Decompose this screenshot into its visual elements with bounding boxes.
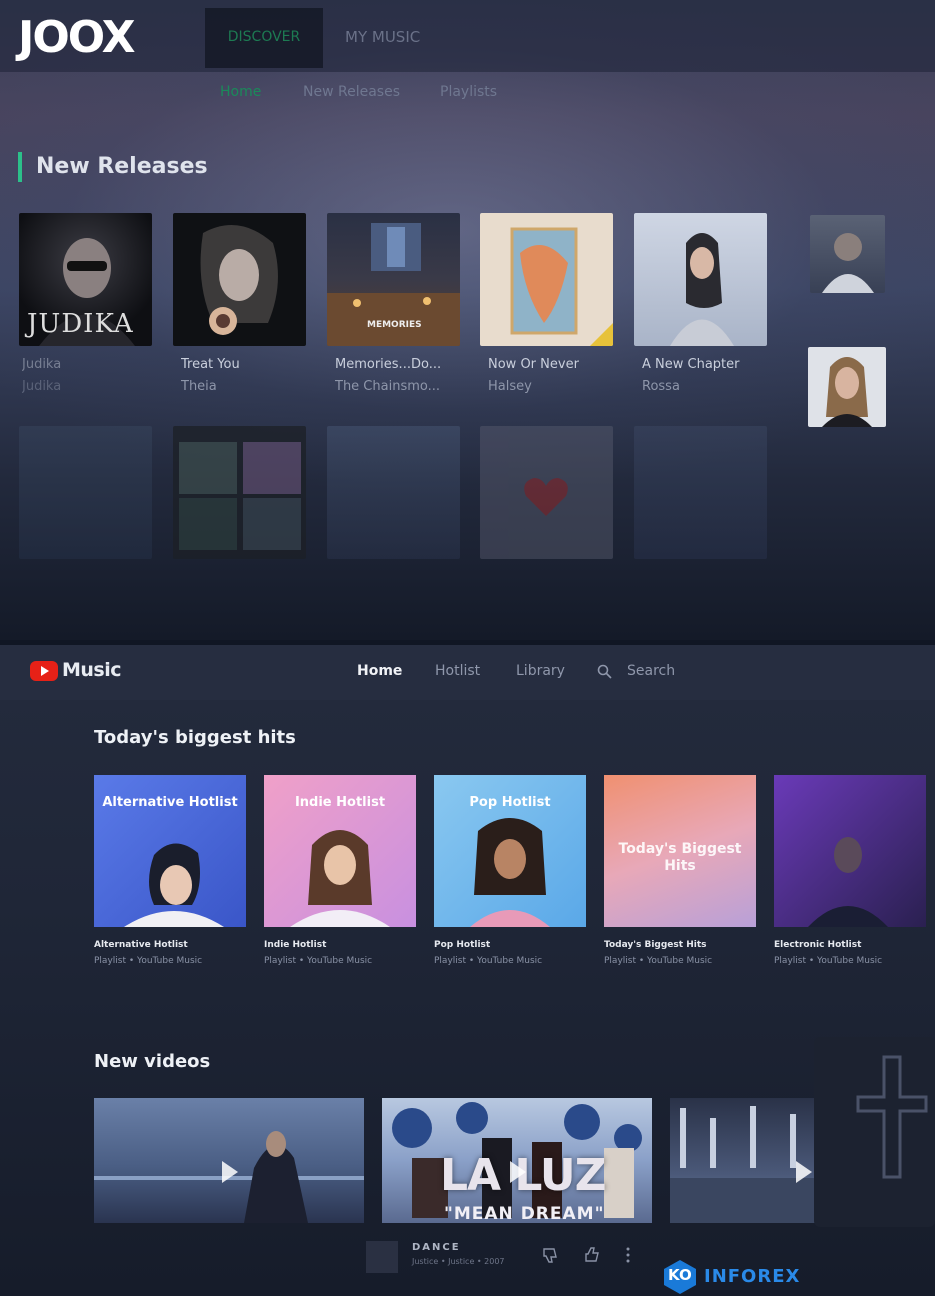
playlist-title: Pop Hotlist (434, 940, 491, 950)
subtab-home[interactable]: Home (220, 84, 261, 100)
album-art-a-new-chapter (670, 233, 734, 346)
album-card-now-or-never[interactable] (480, 213, 613, 346)
joox-top-bar (0, 0, 935, 72)
album-title: Now Or Never (488, 357, 579, 372)
playlist-subtitle: Playlist • YouTube Music (774, 956, 883, 966)
album-card[interactable] (19, 426, 152, 559)
video-card[interactable] (670, 1098, 815, 1223)
playlist-art-label: Indie Hotlist (294, 795, 386, 810)
nav-library[interactable]: Library (516, 663, 565, 679)
now-playing-title: DANCE (412, 1242, 461, 1253)
more-options-icon[interactable] (624, 1245, 632, 1265)
now-playing-subtitle: Justice • Justice • 2007 (412, 1257, 505, 1266)
album-card[interactable] (173, 426, 306, 559)
album-card[interactable] (634, 426, 767, 559)
album-title: A New Chapter (642, 357, 740, 372)
playlist-title: Indie Hotlist (264, 940, 327, 950)
nav-hotlist[interactable]: Hotlist (435, 663, 480, 679)
album-art (179, 442, 301, 550)
album-card[interactable] (327, 426, 460, 559)
album-artist: Judika (22, 379, 62, 394)
artist-photo (822, 357, 872, 427)
playlist-title: Alternative Hotlist (94, 940, 188, 950)
album-card[interactable] (480, 426, 613, 559)
playlist-card-alternative[interactable]: Alternative Hotlist (94, 775, 246, 927)
playlist-art (808, 837, 888, 927)
video-overlay-subtitle: "MEAN DREAM" (444, 1204, 605, 1223)
video-card[interactable] (94, 1098, 364, 1223)
play-icon[interactable] (222, 1161, 238, 1183)
album-card-memories[interactable]: MEMORIES (327, 213, 460, 346)
album-artist: The Chainsmo... (335, 379, 441, 394)
play-icon[interactable] (796, 1161, 812, 1183)
ytm-brand-name: Music (62, 659, 122, 681)
thumbs-down-icon[interactable] (540, 1245, 560, 1265)
subtab-new-releases[interactable]: New Releases (303, 84, 400, 100)
album-title: Judika (22, 357, 62, 372)
now-playing-album-art[interactable] (814, 1037, 935, 1227)
section-title-new-videos: New videos (94, 1051, 211, 1072)
artist-thumbnail[interactable] (810, 215, 885, 293)
search-icon (597, 664, 612, 679)
watermark-text: INFOREX (704, 1266, 801, 1287)
playlist-card-electronic[interactable] (774, 775, 926, 927)
joox-logo: JOOX (18, 12, 136, 63)
album-card-treat-you[interactable] (173, 213, 306, 346)
video-card[interactable]: LA LUZ "MEAN DREAM" (382, 1098, 652, 1223)
search-label: Search (627, 663, 676, 679)
album-art-text: MEMORIES (367, 320, 422, 330)
album-artist: Halsey (488, 379, 532, 394)
section-title-new-releases: New Releases (18, 152, 208, 182)
playlist-subtitle: Playlist • YouTube Music (604, 956, 713, 966)
album-card-a-new-chapter[interactable] (634, 213, 767, 346)
thumbs-up-icon[interactable] (582, 1245, 602, 1265)
playlist-title: Electronic Hotlist (774, 940, 862, 950)
video-thumbnail (670, 1106, 815, 1223)
watermark-prefix: KO (668, 1266, 692, 1284)
playlist-subtitle: Playlist • YouTube Music (94, 956, 203, 966)
playlist-art-label: Alternative Hotlist (102, 795, 238, 810)
album-card-judika[interactable]: JUDIKA (19, 213, 152, 346)
playlist-subtitle: Playlist • YouTube Music (434, 956, 543, 966)
playlist-card-todays-biggest-hits[interactable]: Today's Biggest Hits (604, 775, 756, 927)
album-artist: Rossa (642, 379, 680, 394)
album-art-text: JUDIKA (27, 309, 134, 339)
playlist-subtitle: Playlist • YouTube Music (264, 956, 373, 966)
tab-my-music[interactable]: MY MUSIC (345, 28, 420, 46)
playlist-art-label: Pop Hotlist (469, 795, 551, 810)
playlist-title: Today's Biggest Hits (604, 940, 707, 950)
tab-discover[interactable]: DISCOVER (205, 8, 323, 68)
album-title: Memories...Do... (335, 357, 442, 372)
mini-player-bar[interactable]: DANCE Justice • Justice • 2007 (360, 1233, 660, 1283)
playlist-card-indie[interactable]: Indie Hotlist (264, 775, 416, 927)
youtube-play-logo-icon (30, 661, 58, 681)
nav-home[interactable]: Home (357, 663, 402, 679)
subtab-playlists[interactable]: Playlists (440, 84, 497, 100)
youtube-music-app-screen: Music Home Hotlist Library Search Today'… (0, 645, 935, 1296)
artist-thumbnail[interactable] (808, 347, 886, 427)
album-title: Treat You (181, 357, 240, 372)
playlist-art-label: Today's Biggest Hits (618, 841, 742, 874)
section-title-biggest-hits: Today's biggest hits (94, 727, 296, 748)
artist-photo (822, 233, 874, 293)
album-art-treat-you (200, 225, 278, 335)
inforex-watermark: KO INFOREX (662, 1258, 862, 1294)
now-playing-thumbnail (366, 1241, 398, 1273)
joox-app-screen: JOOX DISCOVER MY MUSIC Home New Releases… (0, 0, 935, 640)
album-art-now-or-never (510, 227, 613, 346)
playlist-card-pop[interactable]: Pop Hotlist (434, 775, 586, 927)
cross-icon (856, 1055, 928, 1179)
album-artist: Theia (181, 379, 217, 394)
play-icon[interactable] (510, 1161, 526, 1183)
heart-icon (524, 478, 568, 516)
